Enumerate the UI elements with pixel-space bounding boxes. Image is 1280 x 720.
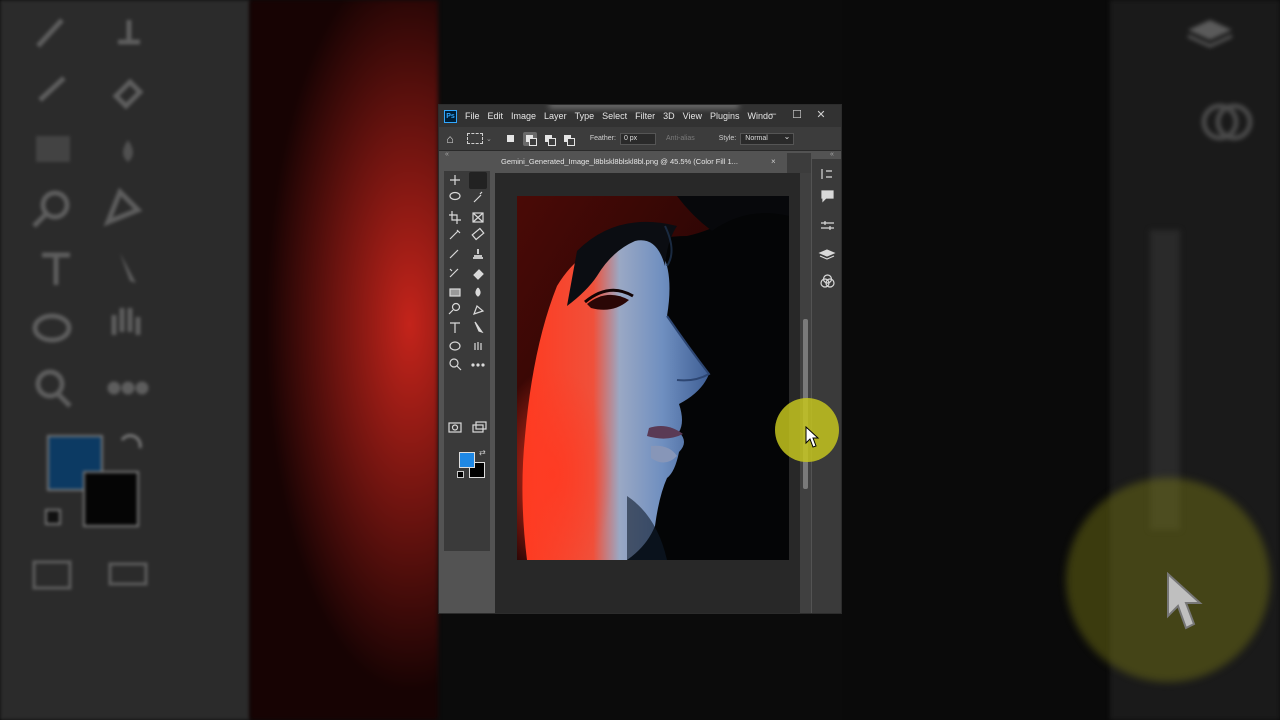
default-colors-icon[interactable]	[457, 471, 464, 478]
minimize-button[interactable]: –	[761, 108, 785, 121]
document-canvas-photo[interactable]	[517, 196, 789, 560]
portrait-image	[517, 196, 789, 560]
background-photo-zoom	[250, 0, 438, 720]
screen-mode-button[interactable]	[469, 419, 487, 436]
document-tab[interactable]: Gemini_Generated_Image_l8blskl8blskl8bl.…	[495, 153, 787, 173]
menu-plugins[interactable]: Plugins	[710, 111, 740, 121]
menu-file[interactable]: File	[465, 111, 480, 121]
menu-edit[interactable]: Edit	[488, 111, 504, 121]
foreground-color-swatch[interactable]	[459, 452, 475, 468]
photoshop-logo: Ps	[444, 109, 457, 123]
brush-tool[interactable]	[446, 248, 464, 265]
layers-icon[interactable]	[820, 247, 834, 261]
pen-tool[interactable]	[469, 305, 487, 322]
mouse-cursor-icon	[805, 426, 820, 448]
antialias-checkbox[interactable]: Anti-alias	[666, 135, 695, 142]
home-icon[interactable]: ⌂	[439, 132, 461, 146]
add-to-selection-button[interactable]	[522, 131, 537, 146]
adjustments-icon[interactable]	[820, 219, 834, 233]
blur-tool[interactable]	[469, 286, 487, 303]
menu-image[interactable]: Image	[511, 111, 536, 121]
menu-layer[interactable]: Layer	[544, 111, 567, 121]
options-bar: ⌂ ⌄ Feather: 0 px Anti-alias Style: Norm…	[439, 127, 841, 151]
eyedropper-tool[interactable]	[446, 229, 464, 246]
tab-close-icon[interactable]: ×	[771, 157, 776, 166]
hand-tool[interactable]	[469, 343, 487, 360]
style-label: Style:	[718, 135, 737, 142]
chevron-down-icon[interactable]: ⌄	[486, 135, 492, 143]
eraser-tool[interactable]	[469, 267, 487, 284]
background-toolbar-zoom	[0, 0, 250, 720]
menu-3d[interactable]: 3D	[663, 111, 675, 121]
swap-colors-icon[interactable]: ⇄	[479, 448, 486, 457]
feather-input[interactable]: 0 px	[619, 132, 656, 145]
marquee-preset-icon[interactable]	[467, 133, 483, 144]
style-select[interactable]: Normal	[740, 132, 795, 145]
gradient-tool[interactable]	[446, 286, 464, 303]
rectangular-marquee-tool[interactable]	[469, 172, 487, 189]
document-tab-title: Gemini_Generated_Image_l8blskl8blskl8bl.…	[501, 157, 738, 166]
menu-type[interactable]: Type	[575, 111, 595, 121]
close-button[interactable]: ✕	[809, 108, 833, 121]
channels-icon[interactable]	[820, 275, 834, 289]
background-panel-icons	[1187, 20, 1253, 141]
zoom-tool[interactable]	[446, 362, 464, 379]
menus: File Edit Image Layer Type Select Filter…	[465, 111, 781, 121]
menu-view[interactable]: View	[683, 111, 702, 121]
window-controls: – ☐ ✕	[761, 108, 833, 121]
comments-icon[interactable]	[820, 189, 834, 203]
lasso-tool[interactable]	[446, 191, 464, 208]
background-cursor-icon	[1167, 572, 1203, 630]
document-tabs: Gemini_Generated_Image_l8blskl8blskl8bl.…	[495, 153, 811, 173]
maximize-button[interactable]: ☐	[785, 108, 809, 121]
selection-modes	[504, 131, 580, 146]
spot-healing-brush-tool[interactable]	[469, 229, 487, 246]
feather-label: Feather:	[589, 135, 616, 142]
tools-panel: ⇄	[444, 171, 490, 551]
history-icon[interactable]	[820, 167, 834, 181]
edit-toolbar-button[interactable]	[469, 362, 487, 379]
photoshop-window: Ps File Edit Image Layer Type Select Fil…	[438, 104, 842, 614]
menu-bar: Ps File Edit Image Layer Type Select Fil…	[439, 105, 841, 127]
menu-select[interactable]: Select	[602, 111, 627, 121]
collapse-panels-icon[interactable]: «	[830, 151, 834, 158]
collapse-toolbar-icon[interactable]: «	[445, 151, 449, 158]
type-tool[interactable]	[446, 324, 464, 341]
dodge-tool[interactable]	[446, 305, 464, 322]
blurred-watermark	[549, 105, 739, 109]
path-selection-tool[interactable]	[469, 324, 487, 341]
history-brush-tool[interactable]	[446, 267, 464, 284]
intersect-selection-button[interactable]	[561, 132, 575, 146]
new-selection-button[interactable]	[504, 132, 518, 146]
quick-selection-tool[interactable]	[469, 191, 487, 208]
subtract-from-selection-button[interactable]	[542, 132, 556, 146]
background-tool-icons	[32, 18, 149, 590]
quick-mask-button[interactable]	[446, 419, 464, 436]
menu-filter[interactable]: Filter	[635, 111, 655, 121]
background-canvas-zoom	[842, 0, 1110, 720]
crop-tool[interactable]	[446, 210, 464, 227]
move-tool[interactable]	[446, 172, 464, 189]
clone-stamp-tool[interactable]	[469, 248, 487, 265]
ellipse-tool[interactable]	[446, 343, 464, 360]
horizontal-scrollbar[interactable]	[473, 613, 681, 614]
frame-tool[interactable]	[469, 210, 487, 227]
panel-dock	[812, 159, 841, 613]
vertical-scrollbar[interactable]	[800, 173, 811, 613]
